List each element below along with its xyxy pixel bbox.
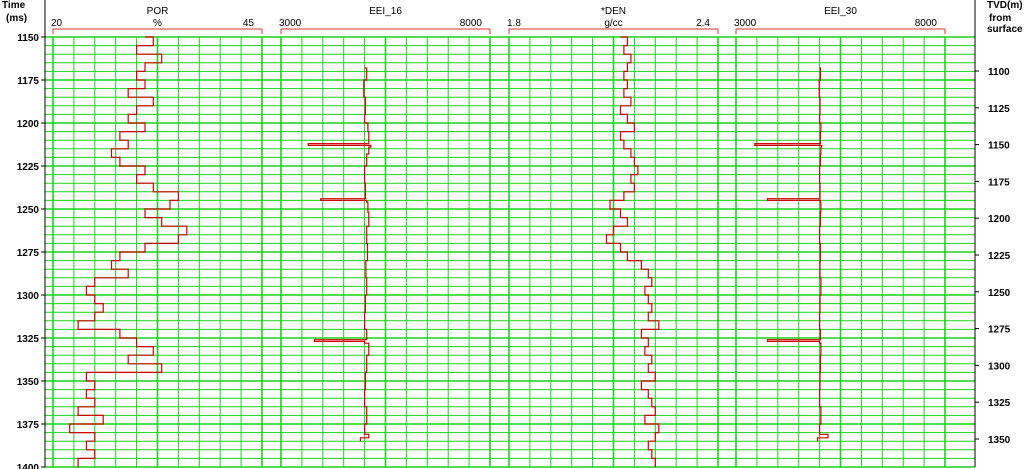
track-min-label: 1.8 [507,18,521,29]
time-tick-label: 1400 [17,463,40,469]
time-axis: Time (ms) 1150 1175 1200 1225 1250 1275 1300 13… [2,0,45,469]
time-axis-title-line1: Time [2,0,26,11]
time-tick-label: 1150 [17,33,39,44]
tvd-tick-label: 1350 [988,435,1011,446]
track-unit: g/cc [604,18,622,29]
track-max-label: 2.4 [696,18,710,29]
tvd-tick-label: 1250 [988,288,1011,299]
tvd-tick-label: 1325 [988,398,1011,409]
track-name: EEI_16 [369,6,402,17]
track-max-label: 8000 [915,18,938,29]
tvd-tick-label: 1275 [988,325,1011,336]
track-name: *DEN [601,6,626,17]
track-min-label: 3000 [279,18,302,29]
time-tick-label: 1375 [17,420,40,431]
time-axis-title-line2: (ms) [6,13,27,24]
well-log-chart: POR% 20 45 EEI_16 3000 8000 *DENg/cc 1.8 2.4 EEI_… [0,0,1024,469]
tvd-tick-label: 1125 [988,104,1010,115]
tvd-tick-label: 1200 [988,214,1011,225]
time-tick-label: 1225 [17,162,40,173]
grid [44,0,976,468]
tvd-axis-title-line2: from [989,13,1011,24]
time-tick-label: 1175 [17,76,39,87]
track-name: EEI_30 [824,6,857,17]
tvd-axis-title-line3: surface [987,24,1023,35]
time-tick-label: 1275 [17,248,40,259]
time-tick-label: 1300 [17,291,40,302]
track-min-label: 20 [51,18,63,29]
curve-eei30 [754,67,829,442]
tvd-axis-title-line1: TVD(m) [987,0,1023,11]
tvd-tick-label: 1175 [988,177,1010,188]
track-max-label: 8000 [460,18,483,29]
time-tick-label: 1250 [17,205,40,216]
time-tick-label: 1200 [17,119,40,130]
tvd-tick-label: 1100 [988,67,1010,78]
time-tick-label: 1350 [17,377,40,388]
track-max-label: 45 [243,18,255,29]
tvd-tick-label: 1225 [988,251,1011,262]
track-name: POR [147,6,169,17]
tvd-axis: TVD(m) from surface 1100 1125 1150 1175 1200… [975,0,1023,446]
curve-eei16 [307,67,372,442]
track-min-label: 3000 [734,18,757,29]
time-tick-label: 1325 [17,334,40,345]
tvd-tick-label: 1300 [988,361,1011,372]
tvd-tick-label: 1150 [988,141,1010,152]
track-unit: % [153,18,162,29]
